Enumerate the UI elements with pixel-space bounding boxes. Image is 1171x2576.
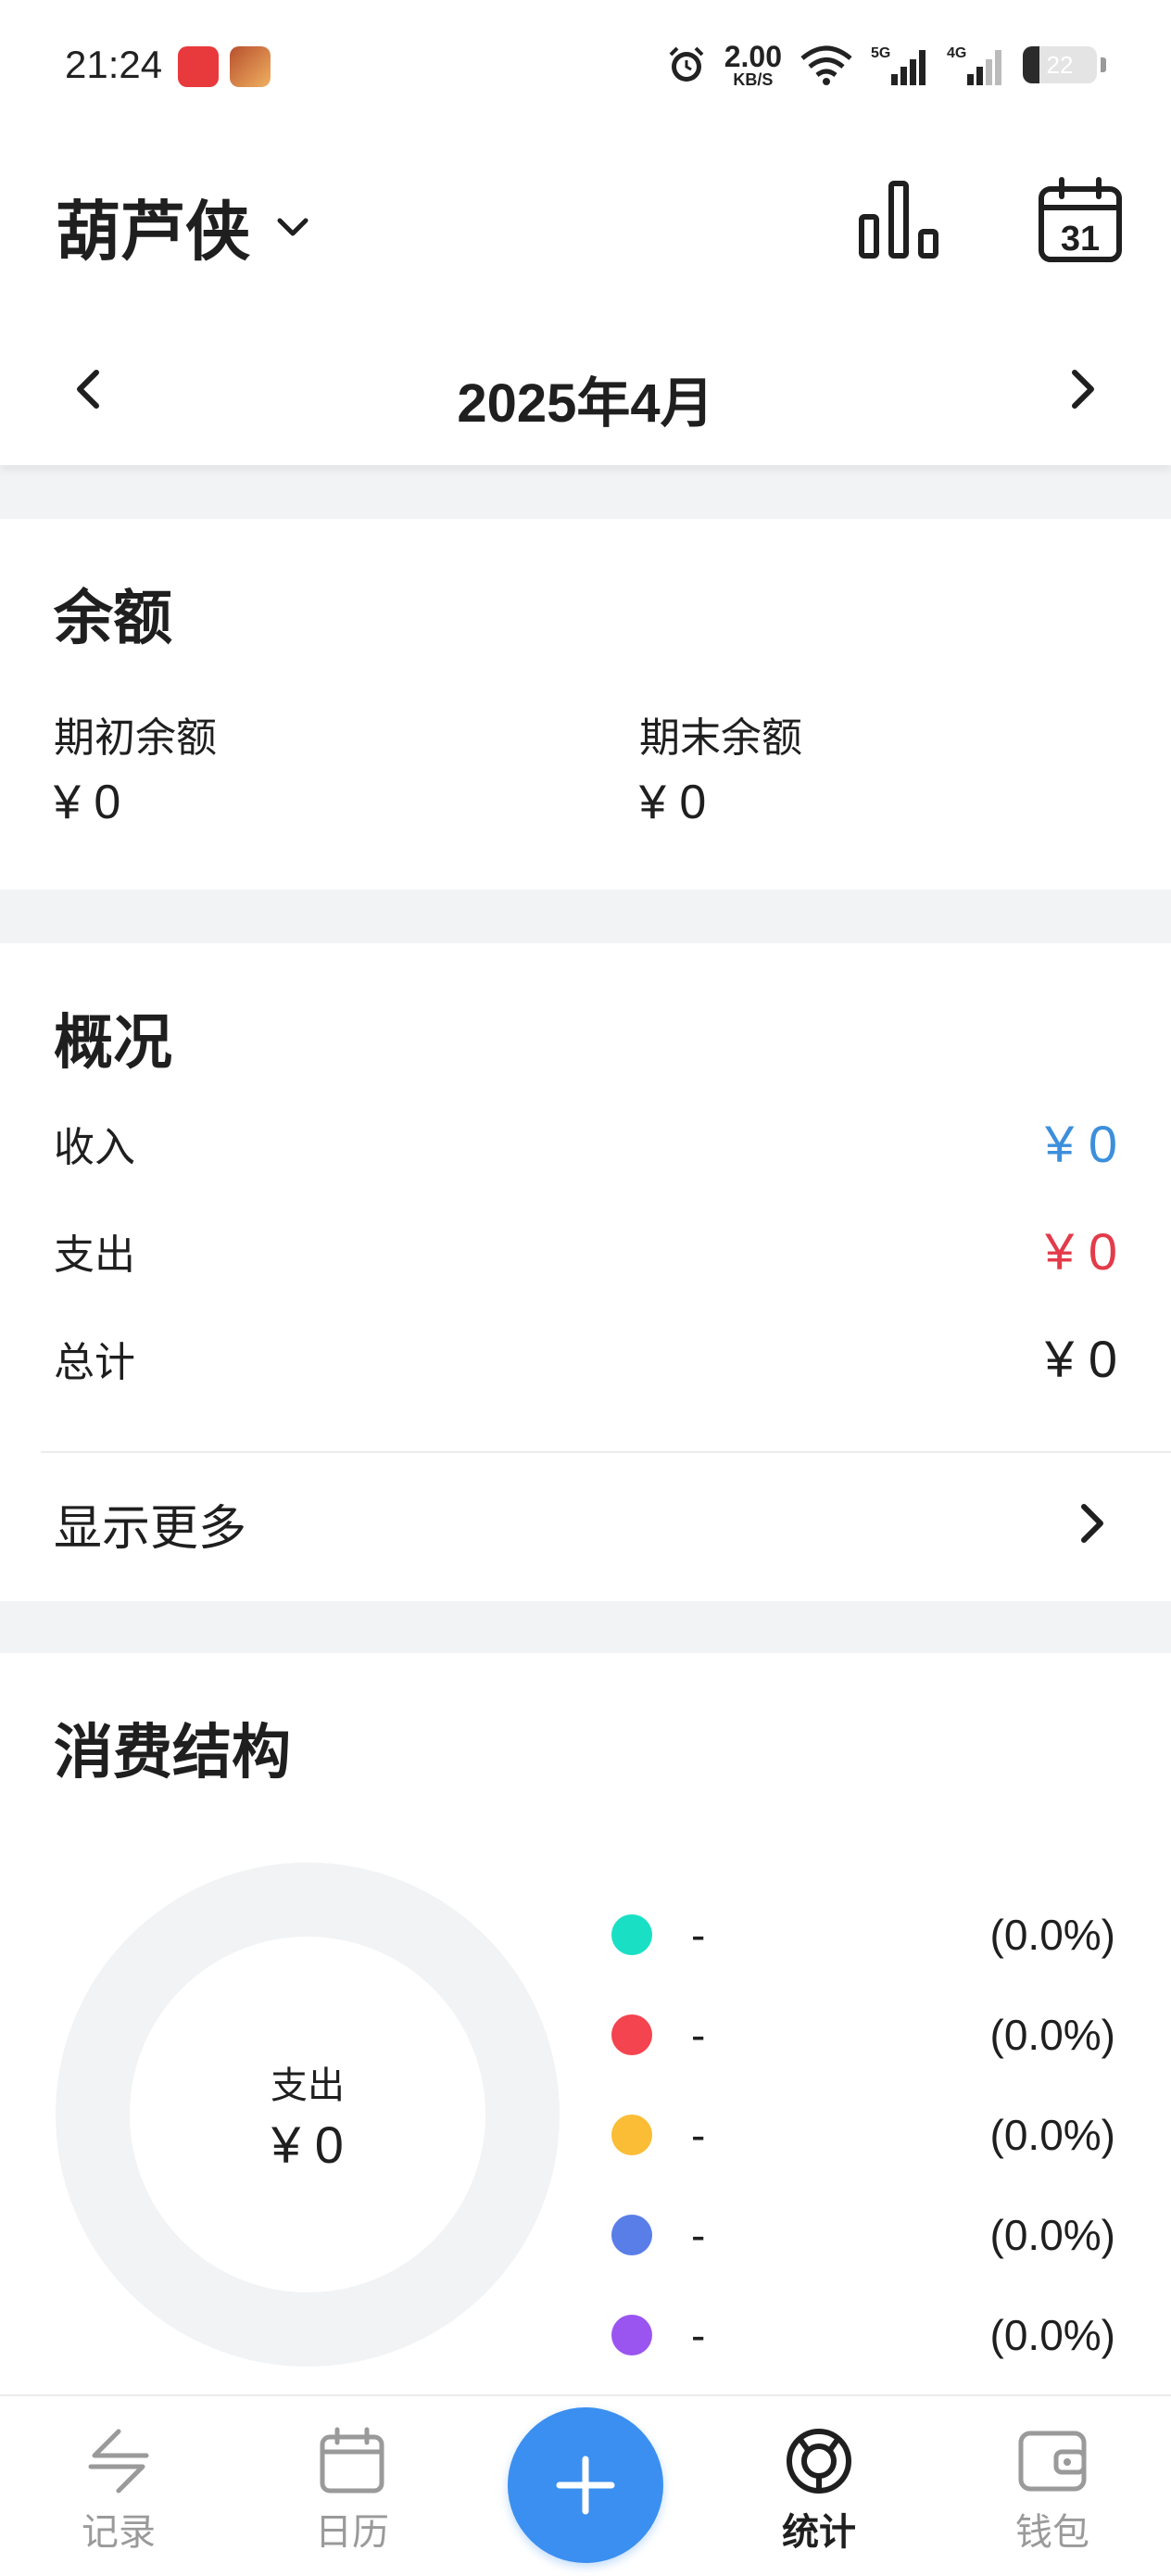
legend-item[interactable]: - (0.0%) — [611, 2185, 1115, 2285]
game-notification-icon — [230, 46, 271, 87]
swap-arrows-icon — [88, 2429, 149, 2494]
net-speed-unit: KB/S — [733, 70, 774, 89]
nav-calendar[interactable]: 日历 — [259, 2396, 445, 2576]
legend-item[interactable]: - (0.0%) — [611, 2285, 1115, 2385]
alarm-icon — [669, 46, 704, 82]
wallet-icon — [1018, 2431, 1087, 2492]
wifi-icon — [800, 45, 852, 85]
legend-percent: (0.0%) — [989, 2211, 1115, 2259]
signal1-label: 5G — [871, 45, 890, 61]
expense-row: 支出 ¥ 0 — [54, 1214, 1117, 1288]
legend-percent: (0.0%) — [989, 2111, 1115, 2159]
plus-icon — [556, 2456, 615, 2515]
legend-dot — [611, 2315, 652, 2355]
legend-name: - — [691, 1911, 706, 1959]
chevron-down-icon — [277, 218, 308, 235]
nav-wallet[interactable]: 钱包 — [960, 2396, 1145, 2576]
spending-structure-title: 消费结构 — [54, 1718, 291, 1787]
expense-label: 支出 — [54, 1231, 135, 1279]
battery-level: 22 — [1046, 50, 1074, 79]
opening-balance: 期初余额 ¥ 0 — [54, 704, 217, 830]
legend: - (0.0%) - (0.0%) - (0.0%) - (0.0%) - (0… — [611, 1885, 1115, 2385]
expense-value: ¥ 0 — [1045, 1221, 1117, 1281]
closing-balance-label: 期末余额 — [639, 714, 802, 762]
show-more-label: 显示更多 — [54, 1500, 247, 1557]
closing-balance-value: ¥ 0 — [639, 776, 707, 829]
net-speed-value: 2.00 — [724, 40, 782, 73]
total-row: 总计 ¥ 0 — [54, 1321, 1117, 1395]
legend-percent: (0.0%) — [989, 2011, 1115, 2059]
show-more-row[interactable]: 显示更多 — [54, 1468, 1117, 1579]
divider — [41, 1451, 1171, 1453]
nav-statistics[interactable]: 统计 — [726, 2396, 912, 2576]
legend-percent: (0.0%) — [989, 1911, 1115, 1959]
legend-name: - — [691, 2011, 706, 2059]
legend-dot — [611, 2014, 652, 2055]
legend-dot — [611, 2115, 652, 2155]
nav-records[interactable]: 记录 — [26, 2396, 211, 2576]
header: 葫芦侠 31 2025年4月 — [0, 139, 1171, 465]
signal2-label: 4G — [947, 45, 966, 61]
overview-title: 概况 — [54, 1008, 172, 1078]
nav-wallet-label: 钱包 — [1015, 2511, 1089, 2554]
balance-card: 余额 期初余额 ¥ 0 期末余额 ¥ 0 — [0, 519, 1171, 890]
legend-item[interactable]: - (0.0%) — [611, 1985, 1115, 2085]
net-speed: 2.00 KB/S — [724, 42, 782, 88]
income-label: 收入 — [54, 1124, 135, 1171]
legend-dot — [611, 1914, 652, 1955]
status-bar: 21:24 2.00 KB/S 5G 4G 22 — [0, 0, 1171, 139]
month-label[interactable]: 2025年4月 — [0, 360, 1171, 437]
overview-card: 概况 收入 ¥ 0 支出 ¥ 0 总计 ¥ 0 显示更多 — [0, 943, 1171, 1601]
nav-statistics-label: 统计 — [782, 2510, 856, 2554]
legend-name: - — [691, 2111, 706, 2159]
nav-calendar-label: 日历 — [315, 2511, 389, 2554]
stats-ring-icon — [787, 2429, 851, 2494]
income-value: ¥ 0 — [1045, 1114, 1117, 1173]
add-record-button[interactable] — [508, 2407, 663, 2563]
closing-balance: 期末余额 ¥ 0 — [639, 704, 802, 830]
calendar-day: 31 — [1061, 220, 1100, 259]
total-value: ¥ 0 — [1045, 1329, 1117, 1388]
legend-item[interactable]: - (0.0%) — [611, 1885, 1115, 1985]
signal-4g-icon: 4G — [947, 45, 1001, 85]
total-label: 总计 — [54, 1339, 135, 1386]
bar-chart-icon[interactable] — [854, 176, 943, 265]
month-navigator: 2025年4月 — [0, 341, 1171, 434]
battery-indicator: 22 — [1023, 46, 1097, 83]
stats-page: 21:24 2.00 KB/S 5G 4G 22 葫芦侠 31 2025年4月 … — [0, 0, 1171, 2576]
income-row: 收入 ¥ 0 — [54, 1106, 1117, 1181]
calendar-date-icon[interactable]: 31 — [1036, 176, 1125, 265]
donut-center: 支出 ¥ 0 — [54, 1861, 561, 2368]
status-time: 21:24 — [65, 43, 163, 86]
book-name: 葫芦侠 — [56, 193, 250, 270]
battery-fill — [1023, 46, 1039, 83]
app-notification-icon — [178, 46, 219, 87]
legend-name: - — [691, 2211, 706, 2259]
chevron-right-icon[interactable] — [1056, 363, 1108, 415]
legend-percent: (0.0%) — [989, 2311, 1115, 2359]
book-switcher[interactable]: 葫芦侠 — [56, 180, 313, 273]
legend-dot — [611, 2215, 652, 2255]
signal-5g-icon: 5G — [871, 45, 925, 85]
donut-center-value: ¥ 0 — [271, 2115, 344, 2174]
calendar-icon — [320, 2427, 384, 2494]
nav-records-label: 记录 — [82, 2511, 156, 2554]
spending-structure-card: 消费结构 支出 ¥ 0 - (0.0%) - (0.0%) - (0.0%) -… — [0, 1653, 1171, 2394]
opening-balance-value: ¥ 0 — [54, 776, 121, 829]
chevron-right-icon — [1081, 1504, 1103, 1543]
battery-cap — [1101, 57, 1106, 72]
legend-item[interactable]: - (0.0%) — [611, 2085, 1115, 2185]
donut-center-label: 支出 — [271, 2064, 345, 2107]
balance-title: 余额 — [54, 584, 172, 653]
opening-balance-label: 期初余额 — [54, 714, 217, 762]
legend-name: - — [691, 2311, 706, 2359]
